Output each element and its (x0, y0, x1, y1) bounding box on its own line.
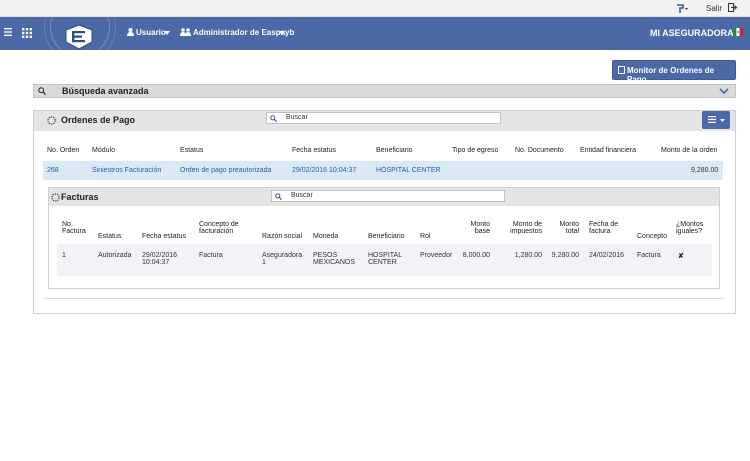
chevron-down-icon (720, 119, 725, 122)
chevron-down-icon (164, 31, 170, 35)
invoice-monto-base: 8,000.00 (462, 252, 490, 259)
invoices-search-input[interactable]: Buscar (271, 190, 505, 202)
invoices-col-fecha-estatus[interactable]: Fecha estatus (142, 233, 186, 240)
orders-col-no-documento[interactable]: No. Documento (515, 147, 564, 154)
logout-link[interactable]: Salir (706, 4, 722, 13)
orders-panel-header: Ordenes de Pago Buscar (34, 111, 735, 131)
mexico-flag-icon[interactable] (733, 28, 743, 36)
invoice-razon-social: Aseguradora 1 (262, 252, 303, 266)
order-monto: 9,280.00 (691, 167, 719, 174)
logout-icon[interactable] (728, 3, 737, 12)
invoices-search-placeholder: Buscar (291, 192, 313, 199)
main-navbar: Usuario Administrador de Easpayb MI ASEG… (0, 17, 750, 50)
orders-search-placeholder: Buscar (286, 114, 308, 121)
order-no[interactable]: 268 (47, 167, 59, 174)
orders-col-estatus[interactable]: Estatus (180, 147, 203, 154)
search-icon (270, 115, 277, 122)
orders-col-beneficiario[interactable]: Beneficiario (376, 147, 413, 154)
invoice-concepto-facturacion: Factura (199, 252, 223, 259)
invoice-no: 1 (62, 252, 66, 259)
invoice-estatus: Autorizada (98, 252, 132, 259)
orders-col-tipo-egreso[interactable]: Tipo de egreso (452, 147, 498, 154)
list-menu-icon (708, 116, 716, 123)
invoices-col-rol[interactable]: Rol (420, 233, 431, 240)
invoice-concepto: Factura (637, 252, 661, 259)
user-menu[interactable]: Usuario (136, 28, 166, 37)
invoice-monto-impuestos: 1,280.00 (514, 252, 542, 259)
monitor-ordenes-label: Monitor de Ordenes de Pago (627, 66, 715, 84)
orders-search-input[interactable]: Buscar (266, 112, 501, 124)
order-modulo: Siniestros Facturación (92, 167, 162, 174)
invoices-col-monto-total[interactable]: Monto total (554, 221, 579, 235)
order-fecha-estatus: 29/02/2016 10:04:37 (292, 167, 357, 174)
invoices-col-concepto-facturacion[interactable]: Concepto de facturación (199, 221, 239, 235)
invoice-moneda: PESOS MEXICANOS (313, 252, 356, 266)
orders-col-entidad-financiera[interactable]: Entidad financiera (580, 147, 636, 154)
invoices-col-beneficiario[interactable]: Beneficiario (368, 233, 405, 240)
spinner-icon (51, 193, 60, 202)
orders-col-fecha-estatus[interactable]: Fecha estatus (292, 147, 336, 154)
invoices-panel-title: Facturas (61, 192, 99, 202)
invoices-col-monto-impuestos[interactable]: Monto de impuestos (507, 221, 542, 235)
orders-options-button[interactable] (702, 111, 730, 129)
top-utility-bar: Salir (0, 0, 750, 17)
chevron-down-icon (279, 31, 285, 35)
help-icon[interactable] (676, 4, 688, 14)
monitor-ordenes-button[interactable]: Monitor de Ordenes de Pago (612, 60, 736, 84)
invoice-rol: Proveedor (420, 252, 453, 259)
orders-col-modulo[interactable]: Módulo (92, 147, 115, 154)
invoices-col-monto-base[interactable]: Monto base (468, 221, 490, 235)
invoice-fecha-factura: 24/02/2016 (589, 252, 625, 259)
spinner-icon (47, 116, 56, 125)
users-icon (180, 28, 191, 36)
invoices-col-montos-iguales[interactable]: ¿Montos iguales? (676, 221, 703, 235)
search-icon (275, 193, 282, 200)
search-icon (38, 87, 46, 95)
advanced-search-label: Búsqueda avanzada (62, 86, 149, 96)
company-name: MI ASEGURADORA (650, 28, 734, 38)
orders-panel: Ordenes de Pago Buscar No. Orden Módulo … (33, 110, 736, 314)
invoices-panel-header: Facturas Buscar (49, 188, 719, 206)
hamburger-menu-icon[interactable] (4, 28, 12, 36)
orders-panel-title: Ordenes de Pago (61, 115, 136, 125)
invoices-col-no-factura[interactable]: No. Factura (62, 221, 86, 235)
app-logo[interactable] (64, 24, 94, 50)
orders-col-monto-orden[interactable]: Monto de la orden (661, 147, 717, 154)
invoices-col-estatus[interactable]: Estatus (98, 233, 121, 240)
chevron-down-icon[interactable] (719, 88, 729, 95)
advanced-search-bar[interactable]: Búsqueda avanzada (33, 84, 736, 98)
invoice-monto-total: 9,280.00 (551, 252, 579, 259)
order-beneficiario: HOSPITAL CENTER (376, 167, 441, 174)
panel-divider (44, 298, 724, 299)
user-icon (127, 28, 134, 36)
document-icon (618, 66, 625, 74)
invoices-col-fecha-factura[interactable]: Fecha de factura (589, 221, 618, 235)
invoice-montos-iguales-icon: ✘ (678, 253, 684, 260)
apps-grid-icon[interactable] (22, 28, 32, 38)
order-estatus: Orden de pago preautorizada (180, 167, 272, 174)
invoice-fecha-estatus: 29/02/2016 10:04:37 (142, 252, 178, 266)
orders-col-no-orden[interactable]: No. Orden (47, 147, 79, 154)
invoices-col-concepto[interactable]: Concepto (637, 233, 667, 240)
invoices-col-razon-social[interactable]: Razón social (262, 233, 302, 240)
invoices-panel: Facturas Buscar No. Factura Estatus Fecha… (48, 187, 720, 289)
invoices-col-moneda[interactable]: Moneda (313, 233, 338, 240)
invoice-beneficiario: HOSPITAL CENTER (368, 252, 403, 266)
